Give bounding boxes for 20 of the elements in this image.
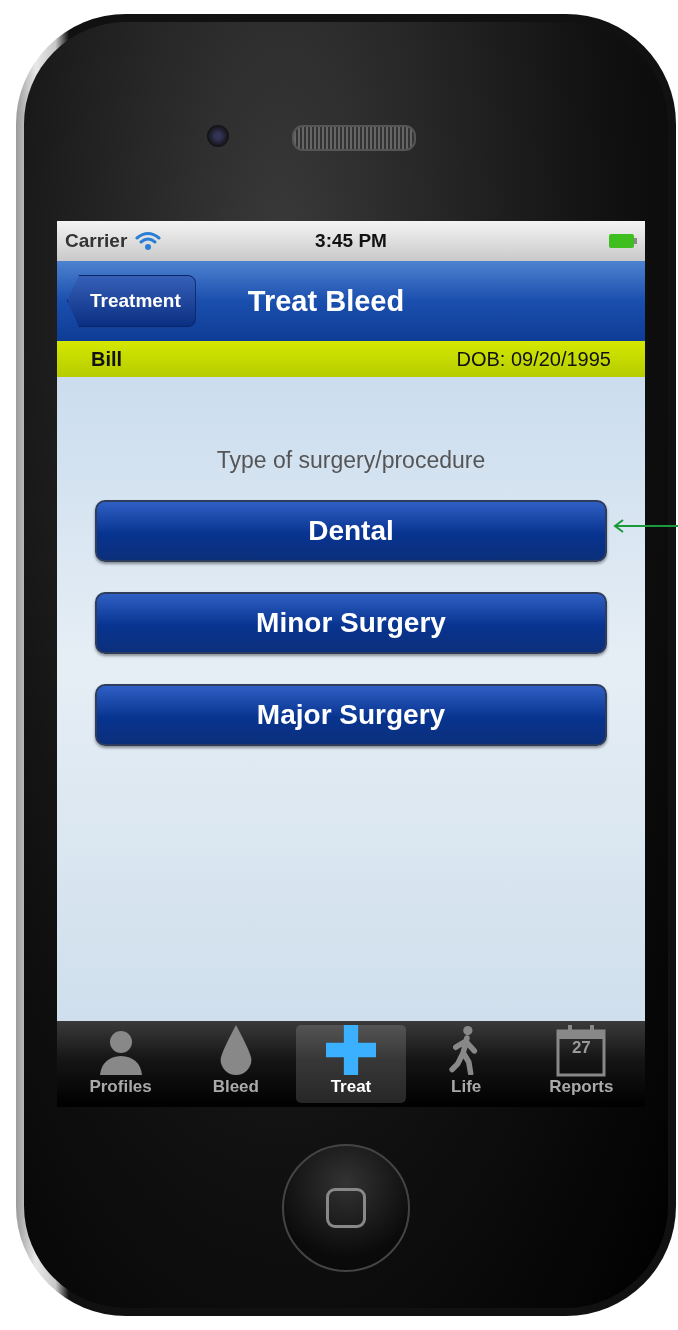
patient-dob: DOB: 09/20/1995 xyxy=(456,347,611,371)
prompt-text: Type of surgery/procedure xyxy=(216,447,486,474)
tab-item[interactable]: Profiles xyxy=(65,1025,176,1103)
tab-item[interactable]: Life xyxy=(411,1025,522,1103)
procedure-button[interactable]: Dental xyxy=(95,500,607,562)
camera-lens xyxy=(207,125,229,147)
back-button[interactable]: Treatment xyxy=(67,275,196,327)
tab-item[interactable]: Bleed xyxy=(180,1025,291,1103)
battery-icon xyxy=(609,234,637,248)
status-time: 3:45 PM xyxy=(315,230,387,252)
person-icon xyxy=(97,1029,144,1075)
patient-name: Bill xyxy=(91,347,123,371)
carrier-label: Carrier xyxy=(65,230,128,252)
procedure-button[interactable]: Major Surgery xyxy=(95,684,607,746)
tab-item[interactable]: Treat xyxy=(295,1025,406,1103)
square-icon xyxy=(326,1187,366,1228)
wifi-icon xyxy=(135,231,162,251)
screen-title: Treat Bleed xyxy=(247,284,405,318)
procedure-button[interactable]: Minor Surgery xyxy=(95,592,607,654)
tab-item[interactable]: 27 Reports xyxy=(526,1025,637,1103)
